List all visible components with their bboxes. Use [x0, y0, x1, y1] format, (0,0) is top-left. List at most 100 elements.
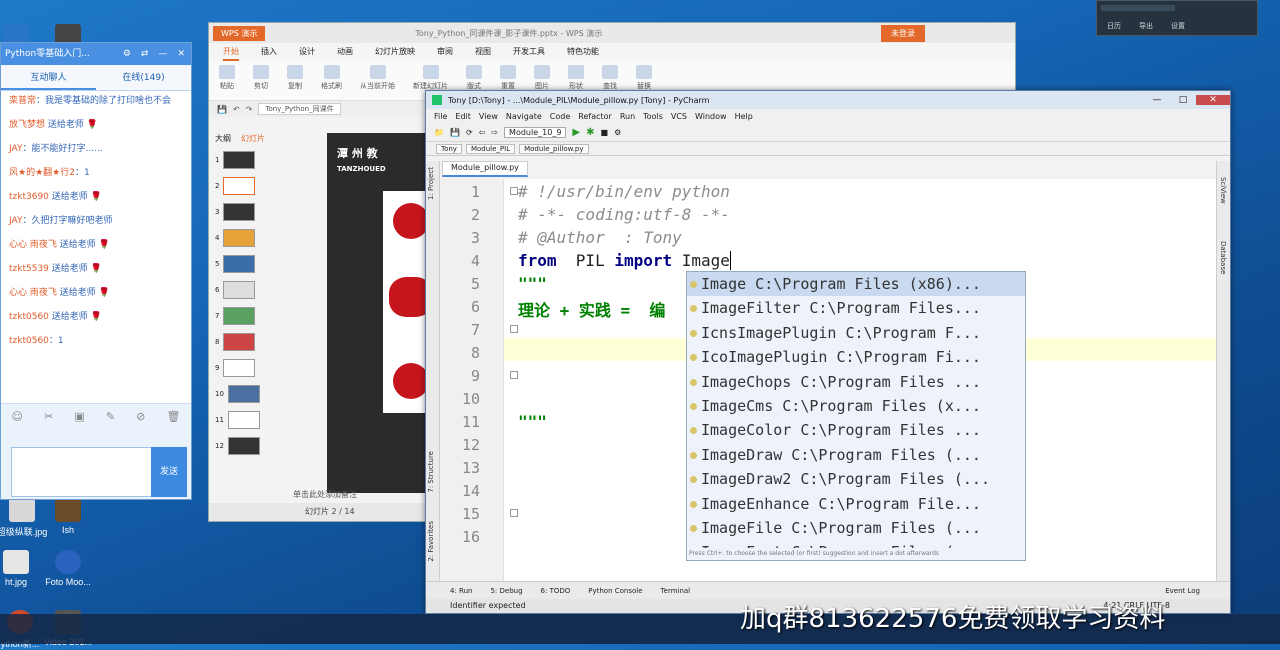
slide-thumb[interactable]: 7: [215, 306, 271, 326]
scissors-icon[interactable]: ✂: [44, 410, 53, 423]
favorites-tool-button[interactable]: 2: Favorites: [427, 521, 435, 562]
save-icon[interactable]: 💾: [450, 128, 460, 137]
slide-thumb[interactable]: 4: [215, 228, 271, 248]
run-icon[interactable]: ▶: [572, 127, 580, 138]
save-icon[interactable]: 💾: [217, 105, 227, 114]
close-icon[interactable]: ✕: [1196, 95, 1230, 105]
tray-item[interactable]: 日历: [1107, 21, 1121, 31]
forward-icon[interactable]: ⇨: [491, 128, 498, 137]
undo-icon[interactable]: ↶: [233, 105, 240, 114]
sync-icon[interactable]: ⟳: [466, 128, 473, 137]
completion-item[interactable]: ImageChops C:\Program Files ...: [687, 369, 1025, 394]
structure-tool-button[interactable]: 7: Structure: [427, 451, 435, 493]
fold-marker[interactable]: [510, 371, 518, 379]
database-tool-button[interactable]: Database: [1219, 241, 1227, 274]
copy-button[interactable]: 复制: [287, 65, 303, 96]
completion-item[interactable]: Image C:\Program Files (x86)...: [687, 272, 1025, 297]
desktop-icon-ish[interactable]: Ish: [38, 498, 98, 535]
folder-icon[interactable]: 📁: [434, 128, 444, 137]
notes-placeholder[interactable]: 单击此处添加备注: [293, 489, 357, 500]
desktop-icon-foto[interactable]: Foto Moo...: [38, 550, 98, 587]
tab-interactive[interactable]: 互动聊人: [1, 65, 96, 90]
emoji-icon[interactable]: ☺: [12, 410, 23, 423]
slide-thumb[interactable]: 3: [215, 202, 271, 222]
completion-item[interactable]: ImageEnhance C:\Program File...: [687, 491, 1025, 516]
minimize-icon[interactable]: —: [158, 43, 167, 65]
slide-thumb[interactable]: 12: [215, 436, 271, 456]
tab-slides[interactable]: 幻灯片: [241, 133, 265, 144]
completion-item[interactable]: ImageCms C:\Program Files (x...: [687, 393, 1025, 419]
completion-item[interactable]: ImageFilter C:\Program Files...: [687, 296, 1025, 321]
menu-navigate[interactable]: Navigate: [506, 109, 542, 124]
tray-item[interactable]: 导出: [1139, 21, 1153, 31]
tab-animation[interactable]: 动画: [337, 43, 353, 61]
tray-item[interactable]: 设置: [1171, 21, 1185, 31]
back-icon[interactable]: ⇦: [479, 128, 486, 137]
minimize-icon[interactable]: —: [1144, 95, 1170, 105]
tab-developer[interactable]: 开发工具: [513, 43, 545, 61]
menu-help[interactable]: Help: [735, 109, 753, 124]
run-config-select[interactable]: Module_10_9: [504, 127, 567, 138]
menu-vcs[interactable]: VCS: [671, 109, 687, 124]
project-tool-button[interactable]: 1: Project: [427, 167, 435, 200]
breadcrumb-item[interactable]: Module_pillow.py: [519, 143, 589, 154]
tab-slideshow[interactable]: 幻灯片放映: [375, 43, 415, 61]
slide-thumb[interactable]: 10: [215, 384, 271, 404]
fold-marker[interactable]: [510, 509, 518, 517]
python-console-tab[interactable]: Python Console: [588, 587, 642, 595]
tab-review[interactable]: 审阅: [437, 43, 453, 61]
doc-tab[interactable]: Tony_Python_同课件: [258, 103, 341, 115]
format-painter-button[interactable]: 格式刷: [321, 65, 342, 96]
todo-tab[interactable]: 6: TODO: [541, 587, 571, 595]
editor-tab[interactable]: Module_pillow.py: [442, 161, 528, 177]
tab-design[interactable]: 设计: [299, 43, 315, 61]
tab-view[interactable]: 视图: [475, 43, 491, 61]
redo-icon[interactable]: ↷: [246, 105, 253, 114]
slide-thumb[interactable]: 5: [215, 254, 271, 274]
paste-button[interactable]: 粘贴: [219, 65, 235, 96]
event-log-tab[interactable]: Event Log: [1165, 587, 1200, 595]
settings-icon[interactable]: ⚙: [123, 43, 131, 65]
menu-tools[interactable]: Tools: [643, 109, 663, 124]
completion-item[interactable]: IcoImagePlugin C:\Program Fi...: [687, 345, 1025, 370]
send-button[interactable]: 发送: [151, 447, 187, 497]
trash-icon[interactable]: 🗑: [166, 410, 180, 423]
tab-start[interactable]: 开始: [223, 43, 239, 61]
completion-item[interactable]: ImageFile C:\Program Files (...: [687, 515, 1025, 541]
run-tab[interactable]: 4: Run: [450, 587, 472, 595]
fold-marker[interactable]: [510, 325, 518, 333]
slide-thumb[interactable]: 8: [215, 332, 271, 352]
debug-icon[interactable]: ✱: [586, 127, 594, 138]
tab-outline[interactable]: 大纲: [215, 133, 231, 144]
slide-thumb[interactable]: 11: [215, 410, 271, 430]
image-icon[interactable]: ▣: [74, 410, 84, 423]
tab-special[interactable]: 特色功能: [567, 43, 599, 61]
stop-icon[interactable]: ■: [601, 128, 609, 137]
menu-file[interactable]: File: [434, 109, 447, 124]
maximize-icon[interactable]: □: [1170, 95, 1196, 105]
breadcrumb-item[interactable]: Tony: [436, 143, 462, 154]
wps-app-button[interactable]: WPS 演示: [213, 25, 266, 41]
completion-item[interactable]: ImageDraw C:\Program Files (...: [687, 442, 1025, 468]
tab-online[interactable]: 在线(149): [96, 65, 191, 90]
terminal-tab[interactable]: Terminal: [661, 587, 691, 595]
completion-item[interactable]: ImageColor C:\Program Files ...: [687, 418, 1025, 443]
menu-edit[interactable]: Edit: [455, 109, 471, 124]
debug-tab[interactable]: 5: Debug: [490, 587, 522, 595]
slide-thumb[interactable]: 9: [215, 358, 271, 378]
completion-item[interactable]: IcnsImagePlugin C:\Program F...: [687, 320, 1025, 346]
settings-icon[interactable]: ⚙: [614, 128, 621, 137]
breadcrumb-item[interactable]: Module_PIL: [465, 143, 516, 154]
play-current-button[interactable]: 从当前开始: [360, 65, 395, 96]
slide-thumb[interactable]: 1: [215, 150, 271, 170]
menu-refactor[interactable]: Refactor: [578, 109, 612, 124]
menu-view[interactable]: View: [479, 109, 498, 124]
block-icon[interactable]: ⊘: [136, 410, 145, 423]
completion-item[interactable]: ImageDraw2 C:\Program Files (...: [687, 467, 1025, 492]
menu-code[interactable]: Code: [550, 109, 570, 124]
share-icon[interactable]: ⇄: [141, 43, 149, 65]
fold-marker[interactable]: [510, 187, 518, 195]
login-button[interactable]: 未登录: [881, 24, 925, 42]
menu-run[interactable]: Run: [620, 109, 635, 124]
cut-button[interactable]: 剪切: [253, 65, 269, 96]
